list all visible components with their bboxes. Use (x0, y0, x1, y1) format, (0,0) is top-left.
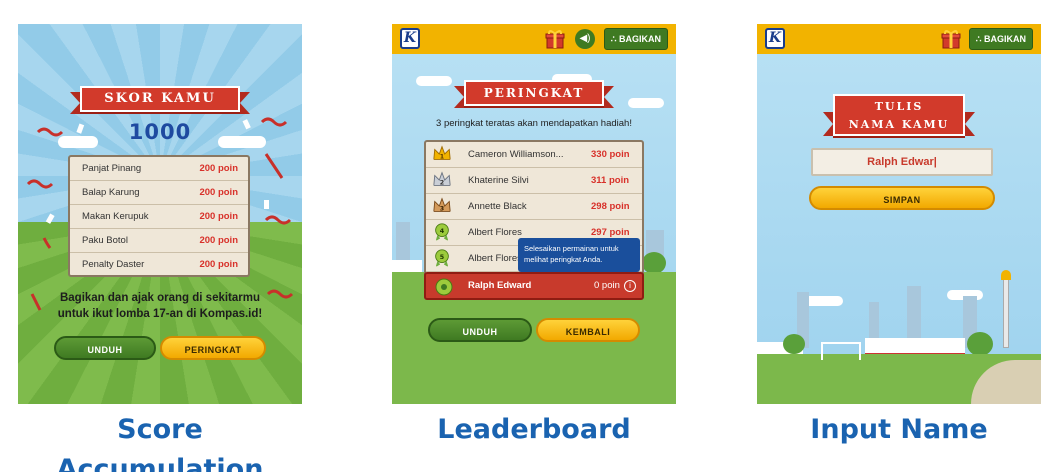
tree (967, 332, 993, 356)
banner-tail-left (70, 92, 80, 114)
gift-icon[interactable] (941, 29, 961, 49)
soccer-goal (821, 342, 861, 360)
svg-text:1: 1 (440, 154, 444, 161)
cloud (803, 296, 843, 306)
game-points: 200 poin (199, 187, 238, 198)
tree (783, 334, 805, 354)
monument-flame (1001, 270, 1011, 280)
monument (1003, 278, 1009, 348)
game-points: 200 poin (199, 259, 238, 270)
score-row: Paku Botol 200 poin (70, 229, 248, 253)
input-banner: TULIS NAMA KAMU (833, 94, 965, 136)
share-invite-text: Bagikan dan ajak orang di sekitarmu untu… (57, 292, 263, 320)
green-ribbon-icon: 4 (435, 223, 449, 242)
tooltip: Selesaikan permainan untuk melihat perin… (518, 238, 640, 272)
score-table: Panjat Pinang 200 poin Balap Karung 200 … (68, 155, 250, 277)
banner-tail-left (454, 86, 464, 108)
banner-line-2: NAMA KAMU (848, 118, 950, 131)
player-points: 330 poin (591, 149, 630, 160)
banner-tail-right (240, 92, 250, 114)
kompas-logo[interactable]: K (400, 28, 420, 49)
banner-tail-right (965, 112, 975, 136)
leaderboard-row: 2 Khaterine Silvi 311 poin (426, 168, 642, 194)
caption-score: Score Accumulation (56, 414, 264, 472)
user-badge-icon (435, 278, 453, 296)
info-icon[interactable]: i (624, 280, 636, 292)
score-screen: SKOR KAMU 1000 Panjat Pinang 200 poin Ba… (18, 24, 302, 404)
svg-text:3: 3 (440, 206, 444, 213)
share-icon: ∴ (610, 34, 617, 44)
player-name: Albert Flores (468, 227, 522, 238)
game-points: 200 poin (199, 211, 238, 222)
score-banner: SKOR KAMU (80, 86, 240, 112)
svg-text:2: 2 (440, 180, 444, 187)
cloud (416, 76, 452, 86)
back-button[interactable]: KEMBALI (536, 318, 640, 342)
game-points: 200 poin (199, 163, 238, 174)
gold-crown-icon: 1 (433, 145, 451, 161)
cloud (628, 98, 664, 108)
game-name: Paku Botol (82, 235, 128, 246)
share-label: BAGIKAN (984, 34, 1026, 44)
game-name: Penalty Daster (82, 259, 145, 270)
svg-text:4: 4 (440, 228, 445, 235)
share-button[interactable]: ∴ BAGIKAN (603, 28, 668, 50)
input-name-screen: K ∴ BAGIKAN TULIS NAMA KAMU Ralph Edwar|… (757, 24, 1041, 404)
score-row: Panjat Pinang 200 poin (70, 157, 248, 181)
player-name: Albert Flores (468, 253, 522, 264)
leaderboard-row: 3 Annette Black 298 poin (426, 194, 642, 220)
caption-leaderboard: Leaderboard (437, 414, 631, 445)
share-button[interactable]: ∴ BAGIKAN (968, 28, 1033, 50)
share-icon: ∴ (975, 34, 982, 44)
player-points: 298 poin (591, 201, 630, 212)
score-row: Balap Karung 200 poin (70, 181, 248, 205)
score-row: Penalty Daster 200 poin (70, 253, 248, 277)
player-name: Annette Black (468, 201, 527, 212)
game-name: Balap Karung (82, 187, 140, 198)
score-row: Makan Kerupuk 200 poin (70, 205, 248, 229)
total-score: 1000 (128, 120, 192, 144)
download-button[interactable]: UNDUH (54, 336, 156, 360)
share-label: BAGIKAN (619, 34, 661, 44)
game-name: Makan Kerupuk (82, 211, 149, 222)
gift-icon[interactable] (545, 29, 565, 49)
top-bar: K ∴ BAGIKAN (757, 24, 1041, 54)
leaderboard-table: 1 Cameron Williamson... 330 poin 2 Khate… (424, 140, 644, 300)
bronze-crown-icon: 3 (433, 197, 451, 213)
ranking-button[interactable]: PERINGKAT (160, 336, 266, 360)
silver-crown-icon: 2 (433, 171, 451, 187)
player-points: 311 poin (591, 175, 630, 186)
banner-tail-left (823, 112, 833, 136)
caption-input: Input Name (810, 414, 988, 445)
game-points: 200 poin (199, 235, 238, 246)
leaderboard-banner: PERINGKAT (464, 80, 604, 106)
current-user-name: Ralph Edward (468, 280, 532, 291)
save-button[interactable]: SIMPAN (809, 186, 995, 210)
game-name: Panjat Pinang (82, 163, 142, 174)
top-bar: K ◀) ∴ BAGIKAN (392, 24, 676, 54)
kompas-logo[interactable]: K (765, 28, 785, 49)
tree (642, 252, 666, 274)
svg-text:5: 5 (440, 254, 444, 261)
leaderboard-screen: K ◀) ∴ BAGIKAN PERINGKAT 3 peringkat ter… (392, 24, 676, 404)
leaderboard-subtitle: 3 peringkat teratas akan mendapatkan had… (436, 118, 632, 129)
leaderboard-row: 1 Cameron Williamson... 330 poin (426, 142, 642, 168)
name-input[interactable]: Ralph Edwar| (811, 148, 993, 176)
current-user-row: Ralph Edward 0 poin i (424, 272, 644, 300)
current-user-points: 0 poin (594, 280, 620, 291)
sound-icon[interactable]: ◀) (575, 29, 595, 49)
banner-tail-right (604, 86, 614, 108)
player-name: Khaterine Silvi (468, 175, 529, 186)
banner-line-1: TULIS (874, 100, 924, 113)
player-name: Cameron Williamson... (468, 149, 564, 160)
download-button[interactable]: UNDUH (428, 318, 532, 342)
green-ribbon-icon: 5 (435, 249, 449, 268)
